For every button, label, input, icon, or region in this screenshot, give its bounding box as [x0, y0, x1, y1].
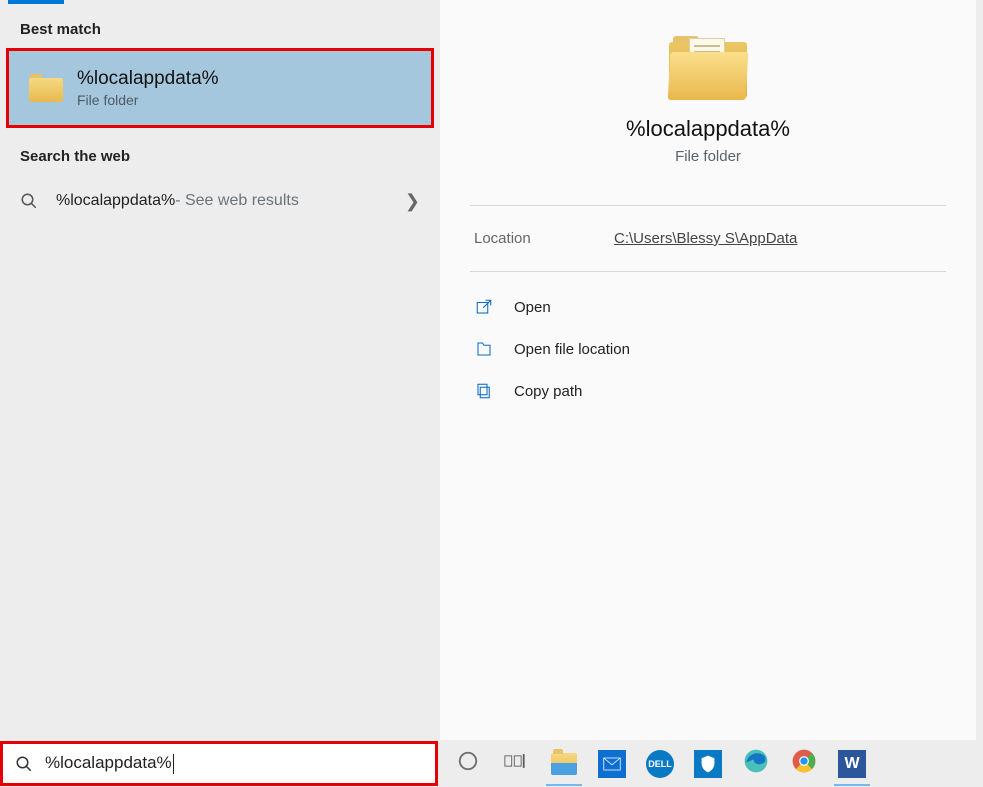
file-explorer-taskbar-button[interactable] — [540, 740, 588, 787]
detail-pane: %localappdata% File folder Location C:\U… — [440, 0, 976, 740]
open-location-icon — [474, 339, 494, 359]
open-location-label: Open file location — [514, 341, 630, 358]
edge-icon — [743, 748, 769, 779]
search-input[interactable]: %localappdata% — [0, 741, 438, 786]
mail-icon — [598, 750, 626, 778]
detail-title: %localappdata% — [440, 116, 976, 142]
chrome-icon — [791, 748, 817, 779]
dell-taskbar-button[interactable]: DELL — [636, 740, 684, 787]
web-result-suffix: - See web results — [175, 192, 299, 210]
copy-icon — [474, 381, 494, 401]
location-label: Location — [474, 230, 614, 247]
chevron-right-icon: ❯ — [405, 191, 420, 212]
web-result[interactable]: %localappdata% - See web results ❯ — [0, 173, 440, 229]
open-action[interactable]: Open — [440, 286, 976, 328]
cortana-taskbar-button[interactable] — [444, 740, 492, 787]
taskbar: DELL W — [438, 740, 983, 787]
windows-security-taskbar-button[interactable] — [684, 740, 732, 787]
search-query-text: %localappdata% — [45, 753, 172, 772]
cortana-icon — [457, 750, 479, 777]
word-taskbar-button[interactable]: W — [828, 740, 876, 787]
search-results-pane: Best match %localappdata% File folder Se… — [0, 0, 440, 740]
word-icon: W — [838, 750, 866, 778]
open-icon — [474, 297, 494, 317]
open-file-location-action[interactable]: Open file location — [440, 328, 976, 370]
folder-icon — [669, 36, 747, 100]
task-view-icon — [504, 750, 528, 777]
windows-security-icon — [694, 750, 722, 778]
text-cursor — [173, 754, 174, 774]
edge-taskbar-button[interactable] — [732, 740, 780, 787]
location-path-link[interactable]: C:\Users\Blessy S\AppData — [614, 230, 797, 247]
bottom-bar: %localappdata% DELL W — [0, 740, 983, 787]
best-match-subtitle: File folder — [77, 92, 219, 108]
detail-subtitle: File folder — [440, 148, 976, 165]
chrome-taskbar-button[interactable] — [780, 740, 828, 787]
copy-path-label: Copy path — [514, 383, 582, 400]
open-label: Open — [514, 299, 551, 316]
copy-path-action[interactable]: Copy path — [440, 370, 976, 412]
search-icon — [20, 192, 38, 210]
best-match-header: Best match — [0, 7, 440, 46]
mail-taskbar-button[interactable] — [588, 740, 636, 787]
web-result-title: %localappdata% — [56, 192, 175, 210]
filter-tabs — [0, 0, 440, 7]
file-explorer-icon — [551, 753, 577, 775]
task-view-taskbar-button[interactable] — [492, 740, 540, 787]
folder-icon — [29, 74, 63, 102]
search-icon — [15, 755, 33, 773]
best-match-title: %localappdata% — [77, 68, 219, 90]
best-match-result[interactable]: %localappdata% File folder — [6, 48, 434, 128]
search-web-header: Search the web — [0, 134, 440, 173]
dell-icon: DELL — [646, 750, 674, 778]
location-row: Location C:\Users\Blessy S\AppData — [440, 206, 976, 271]
